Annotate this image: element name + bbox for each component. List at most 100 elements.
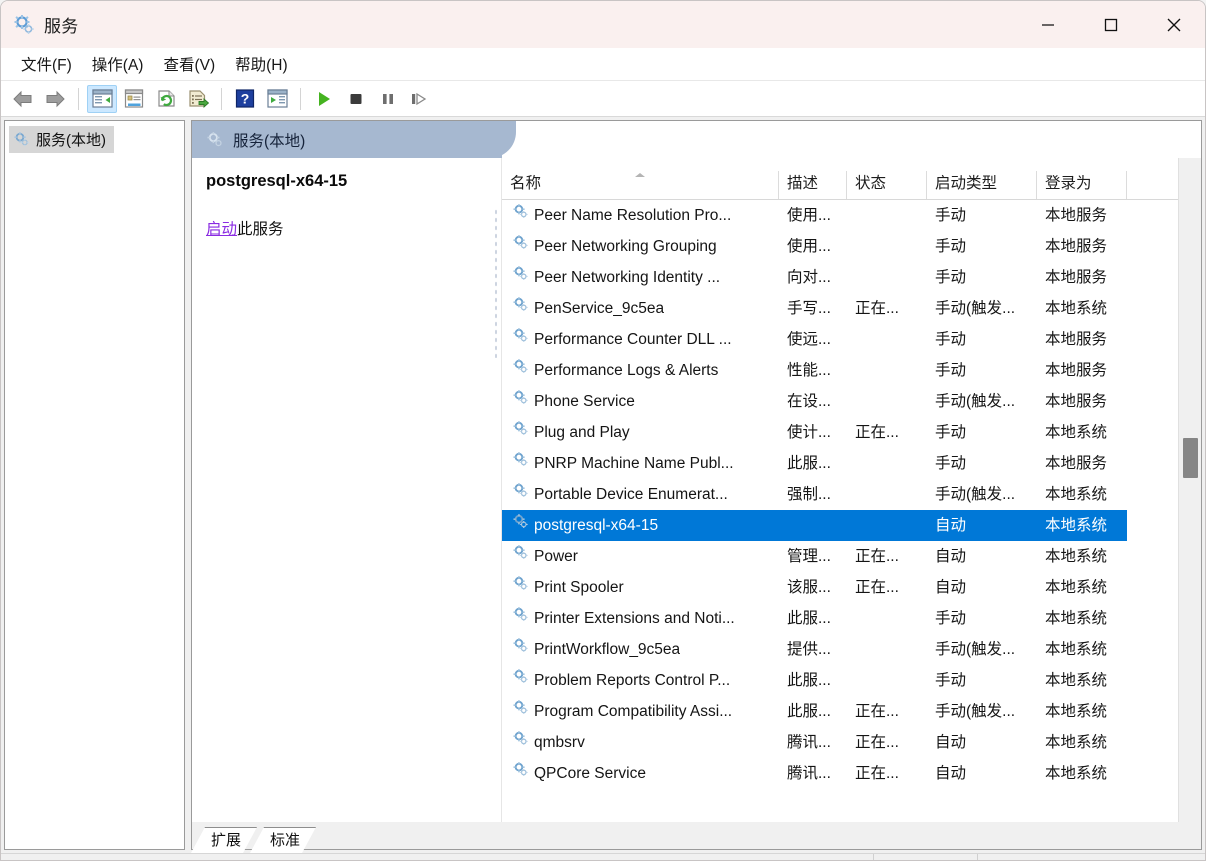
tree-item-services-local[interactable]: 服务(本地)	[9, 126, 114, 153]
cell-log-on-as: 本地系统	[1045, 424, 1108, 441]
table-row[interactable]: Portable Device Enumerat... 强制... 手动(触发...…	[502, 479, 1178, 510]
service-gear-icon	[512, 727, 529, 758]
stop-service-icon[interactable]	[341, 85, 371, 113]
column-header-startup-type[interactable]: 启动类型	[927, 171, 1037, 199]
cell-service-name: Performance Logs & Alerts	[502, 355, 779, 386]
table-row[interactable]: Problem Reports Control P... 此服... 手动 本地系统	[502, 665, 1178, 696]
cell-log-on-as: 本地系统	[1045, 579, 1108, 596]
export-list-icon[interactable]	[183, 85, 213, 113]
show-action-pane-icon[interactable]	[262, 85, 292, 113]
show-hide-console-tree-icon[interactable]	[87, 84, 117, 113]
cell-startup-type: 手动	[935, 455, 967, 472]
tab-extended[interactable]: 扩展	[191, 827, 257, 853]
cell-service-name: PrintWorkflow_9c5ea	[502, 634, 779, 665]
cell-description: 管理...	[787, 548, 831, 565]
table-row[interactable]: PenService_9c5ea 手写... 正在... 手动(触发... 本地系统	[502, 293, 1178, 324]
cell-startup-type: 自动	[927, 510, 1037, 541]
cell-service-name: postgresql-x64-15	[502, 510, 779, 541]
pause-service-icon[interactable]	[373, 85, 403, 113]
refresh-icon[interactable]	[151, 85, 181, 113]
cell-log-on-as: 本地系统	[1045, 703, 1108, 720]
table-row-selected[interactable]: postgresql-x64-15 自动 本地系统	[502, 510, 1178, 541]
properties-icon[interactable]	[119, 85, 149, 113]
cell-startup-type: 手动	[935, 238, 967, 255]
service-gear-icon	[512, 572, 529, 603]
status-message	[1, 854, 873, 860]
service-gear-icon	[512, 324, 529, 355]
service-gear-icon	[512, 448, 529, 479]
service-name-text: Performance Counter DLL ...	[534, 331, 732, 348]
service-gear-icon	[512, 355, 529, 386]
table-row[interactable]: Peer Name Resolution Pro... 使用... 手动 本地服务	[502, 200, 1178, 231]
cell-startup-type: 手动(触发...	[935, 641, 1016, 658]
cell-description: 强制...	[787, 486, 831, 503]
start-service-link[interactable]: 启动	[206, 221, 237, 238]
cell-startup-type: 手动(触发...	[935, 393, 1016, 410]
menu-item-view[interactable]: 查看(V)	[153, 49, 225, 79]
restart-service-icon[interactable]	[405, 85, 435, 113]
minimize-button[interactable]	[1016, 1, 1079, 48]
cell-status	[847, 634, 927, 665]
cell-status: 正在...	[855, 424, 899, 441]
service-name-text: QPCore Service	[534, 765, 646, 782]
scrollbar-thumb[interactable]	[1183, 438, 1198, 478]
column-header-log-on-as[interactable]: 登录为	[1037, 171, 1127, 199]
cell-description: 在设...	[787, 393, 831, 410]
table-row[interactable]: Phone Service 在设... 手动(触发... 本地服务	[502, 386, 1178, 417]
service-name-text: Portable Device Enumerat...	[534, 486, 728, 503]
table-row[interactable]: PNRP Machine Name Publ... 此服... 手动 本地服务	[502, 448, 1178, 479]
cell-status	[847, 200, 927, 231]
cell-log-on-as: 本地系统	[1037, 510, 1127, 541]
service-name-text: Peer Networking Grouping	[534, 238, 717, 255]
tab-standard[interactable]: 标准	[250, 827, 316, 853]
toolbar-separator	[78, 87, 79, 110]
list-vertical-scrollbar[interactable]	[1178, 158, 1201, 822]
service-gear-icon	[512, 603, 529, 634]
cell-startup-type: 手动	[935, 269, 967, 286]
close-button[interactable]	[1142, 1, 1205, 48]
cell-startup-type: 手动	[935, 362, 967, 379]
help-icon[interactable]: ?	[230, 85, 260, 113]
table-row[interactable]: Program Compatibility Assi... 此服... 正在... 手…	[502, 696, 1178, 727]
menu-item-help[interactable]: 帮助(H)	[225, 49, 298, 79]
cell-startup-type: 手动	[935, 424, 967, 441]
service-gear-icon	[512, 541, 529, 572]
start-service-icon[interactable]	[309, 85, 339, 113]
forward-icon[interactable]	[40, 85, 70, 113]
window-title: 服务	[44, 17, 79, 36]
table-row[interactable]: Printer Extensions and Noti... 此服... 手动 本地系…	[502, 603, 1178, 634]
table-row[interactable]: Print Spooler 该服... 正在... 自动 本地系统	[502, 572, 1178, 603]
service-gear-icon	[512, 696, 529, 727]
cell-startup-type: 手动	[935, 672, 967, 689]
back-icon[interactable]	[8, 85, 38, 113]
detail-pane-grip[interactable]	[494, 208, 499, 358]
menu-item-action[interactable]: 操作(A)	[82, 49, 154, 79]
table-row[interactable]: qmbsrv 腾讯... 正在... 自动 本地系统	[502, 727, 1178, 758]
column-header-name[interactable]: 名称	[502, 171, 779, 199]
table-row[interactable]: Performance Logs & Alerts 性能... 手动 本地服务	[502, 355, 1178, 386]
service-gear-icon	[513, 669, 528, 683]
cell-service-name: Problem Reports Control P...	[502, 665, 779, 696]
cell-description: 此服...	[787, 672, 831, 689]
cell-description: 手写...	[787, 300, 831, 317]
table-row[interactable]: QPCore Service 腾讯... 正在... 自动 本地系统	[502, 758, 1178, 789]
table-row[interactable]: Peer Networking Identity ... 向对... 手动 本地服务	[502, 262, 1178, 293]
service-name-text: Printer Extensions and Noti...	[534, 610, 735, 627]
service-gear-icon	[512, 665, 529, 696]
table-row[interactable]: Plug and Play 使计... 正在... 手动 本地系统	[502, 417, 1178, 448]
cell-status	[847, 479, 927, 510]
cell-startup-type: 自动	[935, 548, 967, 565]
table-row[interactable]: PrintWorkflow_9c5ea 提供... 手动(触发... 本地系统	[502, 634, 1178, 665]
service-name-text: Print Spooler	[534, 579, 624, 596]
services-gear-icon	[207, 131, 222, 146]
cell-service-name: Plug and Play	[502, 417, 779, 448]
column-header-description[interactable]: 描述	[779, 171, 847, 199]
column-header-status[interactable]: 状态	[847, 171, 927, 199]
menu-item-file[interactable]: 文件(F)	[11, 49, 82, 79]
service-gear-icon	[513, 452, 528, 466]
maximize-button[interactable]	[1079, 1, 1142, 48]
table-row[interactable]: Peer Networking Grouping 使用... 手动 本地服务	[502, 231, 1178, 262]
table-row[interactable]: Power 管理... 正在... 自动 本地系统	[502, 541, 1178, 572]
table-row[interactable]: Performance Counter DLL ... 使远... 手动 本地服务	[502, 324, 1178, 355]
status-cell	[873, 854, 977, 860]
